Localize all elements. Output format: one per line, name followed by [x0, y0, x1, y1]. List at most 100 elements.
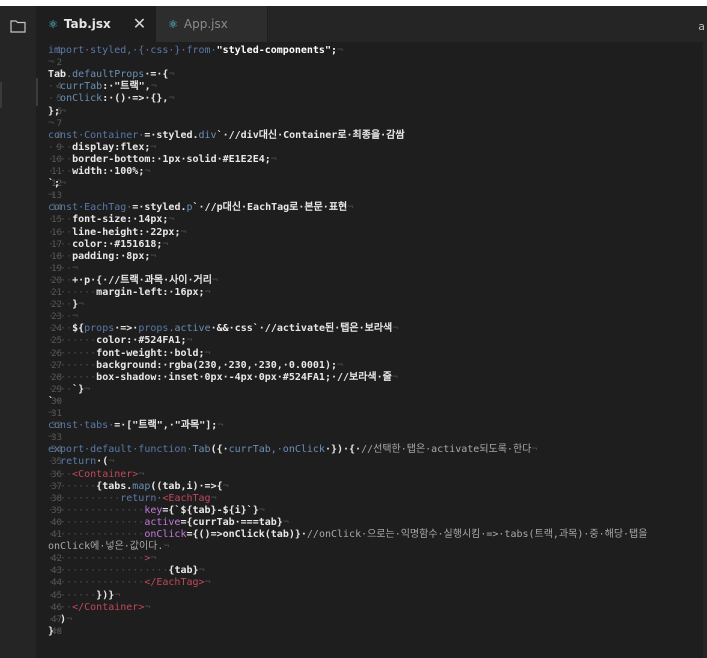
code-token: ¬ — [108, 456, 115, 468]
line-code: ············return·<EachTag¬ — [48, 493, 217, 505]
code-token: `·//p대신·EachTag로·본문·표현 — [192, 202, 348, 214]
code-token: return· — [120, 492, 163, 504]
code-token: ${ — [72, 323, 85, 335]
code-token: Tab — [48, 69, 67, 81]
code-line: 23 ····¬ — [36, 311, 707, 323]
line-code: ········font-weight:·bold;¬ — [48, 348, 211, 360]
code-line: 29 ····`}¬ — [36, 384, 707, 396]
code-token: <Container> — [72, 468, 139, 480]
code-token: ¬ — [282, 516, 289, 528]
line-code: Tab.defaultProps·=·{¬ — [48, 69, 174, 81]
code-token: padding:·8px; — [72, 250, 151, 262]
files-icon[interactable] — [0, 14, 36, 38]
code-token: ·· — [48, 81, 61, 93]
line-code: ········background:·rgba(230,·230,·230,·… — [48, 360, 343, 372]
code-token: ·· — [48, 93, 61, 105]
line-code: ····<Container>¬ — [48, 469, 144, 481]
code-token: font-size:·14px; — [72, 214, 169, 226]
code-token: ¬ — [337, 359, 344, 371]
code-line: 34 export·default·function·Tab({·currTab,… — [36, 444, 707, 456]
line-code: `¬ — [48, 396, 60, 408]
code-line: 11 ····width:·100%;¬ — [36, 166, 707, 178]
code-token: ¬ — [210, 492, 217, 504]
code-token: ···· — [48, 468, 73, 480]
code-line: 17 ····color:·#151618;¬ — [36, 239, 707, 251]
code-token: ¬ — [66, 613, 73, 625]
line-code: ········margin-left:·16px;¬ — [48, 287, 211, 299]
code-token: ¬ — [337, 45, 344, 56]
code-line: 38 ············return·<EachTag¬ — [36, 493, 707, 505]
code-line: 1 import·styled,·{·css·}·from·"styled-com… — [36, 45, 707, 57]
line-code: ¬ — [48, 190, 54, 202]
code-token: ···· — [48, 601, 73, 613]
code-token: props — [84, 323, 115, 335]
code-token: `·//div대신·Container로·최종을·감쌈 — [216, 129, 405, 141]
code-token: ¬ — [531, 444, 538, 456]
line-code: ¬ — [48, 57, 54, 69]
vertical-scrollbar[interactable] — [703, 42, 707, 658]
line-code: ¬ — [48, 432, 54, 444]
code-token: ···· — [48, 299, 73, 311]
code-token: props — [138, 323, 169, 335]
code-token: ¬ — [391, 371, 398, 383]
line-code: ··onClick:·()·=>·{},¬ — [48, 93, 174, 105]
tab-tab-jsx[interactable]: ⚛ Tab.jsx ✕ — [36, 6, 156, 42]
code-token: ···· — [48, 214, 73, 226]
code-token: ¬ — [150, 141, 157, 153]
code-token: {tabs. — [96, 480, 133, 492]
line-code: ····${props·=>·props.active·&&·css`·//ac… — [48, 323, 398, 335]
tab-label: App.jsx — [183, 17, 228, 31]
code-token: ·=>· — [114, 323, 139, 335]
line-code: ····················{tab}¬ — [48, 565, 205, 577]
code-token: ¬ — [392, 323, 399, 335]
react-file-icon: ⚛ — [168, 17, 178, 31]
code-line: 13 ¬ — [36, 190, 707, 202]
code-line: onClick에·넣은·값이다.¬ — [36, 541, 707, 553]
code-line: 12 `;¬ — [36, 178, 707, 190]
code-token: ¬ — [168, 69, 175, 81]
line-code: ················>¬ — [48, 553, 156, 565]
code-token: ·· — [48, 613, 61, 625]
code-token: ={()=>onClick(tab)}· — [186, 529, 307, 540]
tab-app-jsx[interactable]: ⚛ App.jsx — [156, 6, 268, 42]
code-token: Tab — [192, 444, 211, 456]
code-token: ¬ — [48, 408, 55, 419]
code-line: 44 ················</EachTag>¬ — [36, 577, 707, 589]
code-token: ¬ — [211, 274, 218, 286]
code-token: margin-left:·16px; — [96, 287, 205, 298]
code-token: ················ — [48, 516, 145, 528]
line-code: };¬ — [48, 106, 66, 118]
code-token: div — [198, 129, 217, 141]
code-line: 39 ················key={`${tab}-${i}`}¬ — [36, 505, 707, 517]
code-token: .defaultProps — [66, 69, 145, 81]
code-token: ={`${tab}-${i}`} — [162, 504, 259, 516]
close-icon[interactable]: ✕ — [133, 16, 146, 32]
code-token: ····¬ — [48, 311, 79, 323]
code-token: ···· — [48, 153, 73, 165]
code-line: 26 ········font-weight:·bold;¬ — [36, 348, 707, 360]
code-token: ¬ — [48, 57, 55, 69]
code-token: ·=·{ — [144, 69, 169, 81]
code-line: 27 ········background:·rgba(230,·230,·230… — [36, 360, 707, 372]
code-line: 36 ····<Container>¬ — [36, 469, 707, 481]
code-token: ¬ — [168, 214, 175, 226]
code-token: ¬ — [48, 117, 55, 129]
code-token: ¬ — [48, 432, 55, 444]
code-token: ¬ — [54, 395, 61, 407]
code-token: `} — [72, 383, 85, 395]
code-line: 6};¬ — [36, 106, 707, 118]
code-line: 40 ················active={currTab·===tab… — [36, 517, 707, 529]
line-code: ········box-shadow:·inset·0px·-4px·0px·#… — [48, 372, 398, 384]
code-token: return — [60, 456, 97, 468]
code-token: ¬ — [60, 178, 67, 190]
line-code: ····¬ — [48, 311, 78, 323]
code-token: active — [144, 516, 181, 528]
code-token: //onClick·으로는·익명함수·실행시킴·=>·tabs(트랙,과목)·중… — [306, 529, 648, 540]
code-token: <EachTag — [162, 492, 211, 504]
code-line: 8 const·Container·=·styled.div`·//div대신·C… — [36, 130, 707, 142]
code-token: ¬ — [162, 238, 169, 250]
code-token: ¬ — [168, 93, 175, 105]
tab-label: Tab.jsx — [63, 17, 111, 31]
code-editor[interactable]: 1 import·styled,·{·css·}·from·"styled-com… — [36, 42, 707, 658]
code-token: ¬ — [270, 153, 277, 165]
